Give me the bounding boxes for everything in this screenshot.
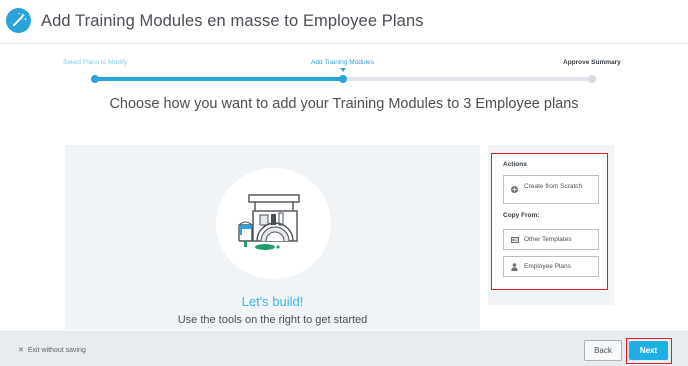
next-button-highlight: Next — [626, 338, 672, 364]
step-add-training-modules: Add Training Modules — [311, 59, 374, 66]
close-icon: ✕ — [18, 347, 24, 354]
empty-state-title: Let's build! — [241, 294, 304, 309]
toolbox-paint-illustration — [238, 194, 300, 250]
header: Add Training Modules en masse to Employe… — [0, 0, 688, 44]
magic-wand-icon — [6, 8, 31, 33]
step-dot-upcoming — [588, 75, 596, 83]
create-from-scratch-label: Create from Scratch — [524, 183, 583, 190]
id-card-icon — [511, 237, 519, 243]
build-panel: Let's build! Use the tools on the right … — [65, 145, 480, 330]
footer: ✕ Exit without saving Back Next — [0, 331, 688, 366]
plus-circle-icon — [511, 186, 518, 193]
create-from-scratch-button[interactable]: Create from Scratch — [503, 175, 599, 204]
employee-plans-button[interactable]: Employee Plans — [503, 256, 599, 277]
other-templates-button[interactable]: Other Templates — [503, 229, 599, 250]
next-button[interactable]: Next — [629, 341, 668, 360]
progress-fill — [95, 77, 344, 81]
empty-state-subtitle: Use the tools on the right to get starte… — [177, 314, 368, 326]
step-dot-completed — [91, 75, 99, 83]
copy-from-heading: Copy From: — [503, 212, 540, 219]
page: Add Training Modules en masse to Employe… — [0, 0, 688, 366]
step-select-plans[interactable]: Select Plans to Modify — [63, 59, 127, 66]
person-icon — [511, 263, 518, 271]
actions-heading: Actions — [503, 161, 527, 168]
current-step-caret-icon — [340, 68, 346, 72]
step-approve-summary: Approve Summary — [563, 59, 621, 66]
page-title: Add Training Modules en masse to Employe… — [41, 12, 424, 30]
back-button[interactable]: Back — [584, 340, 622, 361]
exit-label: Exit without saving — [27, 347, 86, 354]
actions-panel: Actions Create from Scratch Copy From: O… — [491, 153, 608, 290]
exit-without-saving-link[interactable]: ✕ Exit without saving — [18, 346, 86, 354]
step-dot-current — [339, 75, 347, 83]
employee-plans-label: Employee Plans — [524, 263, 571, 270]
headline: Choose how you want to add your Training… — [109, 96, 579, 112]
other-templates-label: Other Templates — [524, 236, 572, 243]
